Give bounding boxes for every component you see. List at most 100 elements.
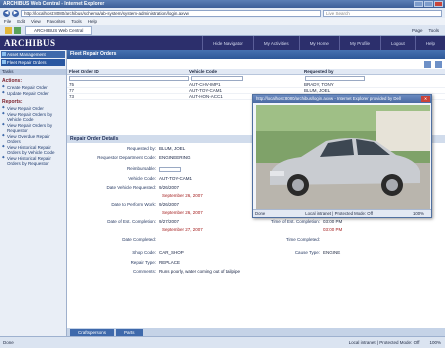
date-requested-long: September 26, 2007 <box>162 193 203 198</box>
tools-menu[interactable]: Tools <box>428 28 439 33</box>
report-link[interactable]: View Repair Orders by Vehicle Code <box>0 111 66 122</box>
grid-filter-row <box>67 75 445 82</box>
column-vehicle-code[interactable]: Vehicle Code <box>189 69 304 74</box>
address-field[interactable]: http://localhost:8080/archibus/schema/ab… <box>21 9 321 17</box>
top-links: Hide Navigator My Activities My Home My … <box>202 36 445 50</box>
est-completion-long: September 27, 2007 <box>162 227 203 232</box>
my-home-link[interactable]: My Home <box>298 36 339 50</box>
field-value: CAR_SHOP <box>159 250 184 255</box>
field-reimbursable: Reimbursable: <box>67 166 181 172</box>
field-label: Date Completed: <box>122 237 156 242</box>
tab-craftspersons[interactable]: Craftspersons <box>70 328 115 336</box>
column-requested-by[interactable]: Requested by <box>304 69 445 74</box>
report-link[interactable]: View Repair Orders by Requestor <box>0 122 66 133</box>
browser-tab-bar: ARCHIBUS Web Central Page Tools <box>0 25 445 36</box>
field-requested-by: Requested by: BLUM, JOEL <box>67 146 185 152</box>
cell-requested-by: BLUM, JOEL <box>304 88 331 93</box>
field-value: 9/27/2007 <box>159 219 180 224</box>
field-shop: Shop Code: CAR_SHOP <box>67 250 184 256</box>
field-label: Vehicle Code: <box>128 176 156 181</box>
reimbursable-select[interactable] <box>159 166 181 172</box>
field-label: Repair Type: <box>130 260 156 265</box>
field-value: 9/26/2007 <box>159 185 180 190</box>
field-comments: Comments: Runs poorly, water coming out … <box>67 269 240 275</box>
menu-file[interactable]: File <box>4 19 11 24</box>
field-department: Requestor Department Code: ENGINEERING <box>67 155 190 161</box>
cell-requested-by: BRADY, TONY <box>304 82 334 87</box>
report-link[interactable]: View Historical Repair Orders by Request… <box>0 155 66 166</box>
hide-navigator-link[interactable]: Hide Navigator <box>202 36 253 50</box>
popup-status-bar: Done Local intranet | Protected Mode: Of… <box>253 209 431 217</box>
cause-type-label: Cause Type: <box>294 250 320 255</box>
field-label: Requestor Department Code: <box>97 155 156 160</box>
status-text: Done <box>3 340 14 345</box>
menu-edit[interactable]: Edit <box>17 19 25 24</box>
my-profile-link[interactable]: My Profile <box>338 36 380 50</box>
field-est-completion: Date of Est. Completion: 9/27/2007 <box>67 219 179 225</box>
browser-tools: Page Tools <box>412 28 445 33</box>
cause-type-value: ENGINE <box>323 250 341 255</box>
zone-text: Local intranet | Protected Mode: Off <box>348 340 420 345</box>
zoom-level[interactable]: 100% <box>429 340 441 345</box>
menu-favorites[interactable]: Favorites <box>47 19 66 24</box>
field-value: 9/26/2007 <box>159 202 180 207</box>
close-button[interactable] <box>434 1 443 7</box>
menu-tools[interactable]: Tools <box>71 19 82 24</box>
field-label: Date Vehicle Requested: <box>106 185 156 190</box>
field-value: BLUM, JOEL <box>159 146 186 151</box>
app-header: ARCHIBUS Hide Navigator My Activities My… <box>0 36 445 50</box>
time-est-value: 03:00 PM <box>323 219 343 224</box>
logout-link[interactable]: Logout <box>379 36 415 50</box>
field-label: Reimbursable: <box>126 166 156 171</box>
page-menu[interactable]: Page <box>412 28 423 33</box>
column-fleet-order-id[interactable]: Fleet Order ID <box>67 69 189 74</box>
menu-view[interactable]: View <box>31 19 41 24</box>
nav-asset-management[interactable]: Asset Management <box>1 51 65 58</box>
update-repair-order-link[interactable]: Update Repair Order <box>0 90 66 96</box>
favorites-star-icon[interactable] <box>5 26 12 34</box>
cell-order-id: 75 <box>69 82 75 87</box>
search-input[interactable]: Live Search <box>323 9 442 17</box>
field-date-requested: Date Vehicle Requested: 9/26/2007 <box>67 185 179 191</box>
browser-status-bar: Done Local intranet | Protected Mode: Of… <box>0 336 445 348</box>
bottom-tabs: Craftspersons Parts <box>67 328 445 336</box>
field-value: AUT-TOY-CAM1 <box>159 176 193 181</box>
maximize-button[interactable] <box>424 1 433 7</box>
minimize-button[interactable] <box>414 1 423 7</box>
cell-order-id: 73 <box>69 94 75 99</box>
field-value: Runs poorly, water coming out of tailpip… <box>159 269 240 274</box>
filter-vehicle-input[interactable] <box>191 76 243 81</box>
browser-tab[interactable]: ARCHIBUS Web Central <box>25 25 93 35</box>
forward-icon[interactable]: ▶ <box>12 9 19 17</box>
clear-filter-icon[interactable] <box>435 61 442 68</box>
filter-icon[interactable] <box>424 61 431 68</box>
browser-title: ARCHIBUS Web Central - Internet Explorer <box>3 1 105 7</box>
filter-order-id-input[interactable] <box>69 76 189 81</box>
field-label: Date of Est. Completion: <box>107 219 156 224</box>
back-icon[interactable]: ◀ <box>3 9 10 17</box>
nav-fleet-repair-orders[interactable]: Fleet Repair Orders <box>1 59 65 66</box>
popup-status-text: Done <box>255 211 266 216</box>
browser-title-bar: ARCHIBUS Web Central - Internet Explorer <box>0 0 445 8</box>
field-repair-type: Repair Type: REPLACE <box>67 260 180 266</box>
cell-vehicle: AUT-TOY-CAM1 <box>189 88 223 93</box>
help-link[interactable]: Help <box>414 36 445 50</box>
add-favorite-icon[interactable] <box>14 26 21 34</box>
menu-help[interactable]: Help <box>88 19 97 24</box>
my-activities-link[interactable]: My Activities <box>252 36 299 50</box>
filter-requested-input[interactable] <box>305 76 365 81</box>
report-link[interactable]: View Overdue Repair Orders <box>0 133 66 144</box>
field-label: Comments: <box>132 269 156 274</box>
tasks-header: Tasks <box>0 69 66 75</box>
photo-popup-window[interactable]: http://localhost:8080/archibus/login.axv… <box>252 94 432 218</box>
popup-zoom[interactable]: 100% <box>413 210 424 217</box>
time-est-long: 03:00 PM <box>323 227 343 232</box>
tab-parts[interactable]: Parts <box>116 328 143 336</box>
field-value: REPLACE <box>159 260 181 265</box>
field-label: Shop Code: <box>132 250 156 255</box>
popup-close-button[interactable]: ✕ <box>421 96 430 102</box>
grid-tools <box>422 61 442 68</box>
address-bar: ◀ ▶ http://localhost:8080/archibus/schem… <box>0 8 445 18</box>
time-completed-label: Time Completed: <box>285 237 320 242</box>
report-link[interactable]: View Historical Repair Orders by Vehicle… <box>0 144 66 155</box>
